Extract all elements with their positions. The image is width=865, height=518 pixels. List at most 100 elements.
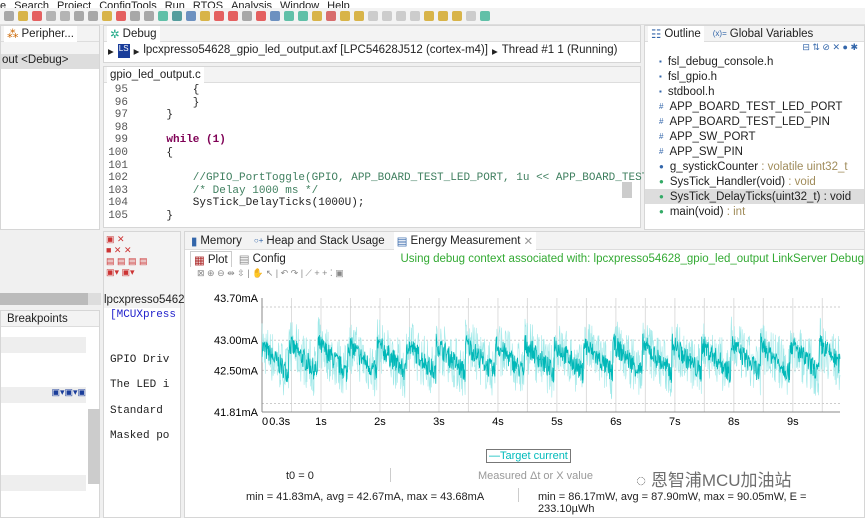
toolbar-button[interactable] [102, 11, 112, 21]
tab-memory[interactable]: ▮ Memory [188, 233, 245, 249]
x-tick-label: 3s [433, 416, 445, 428]
menu-item[interactable]: Help [327, 0, 350, 8]
toolbar-button[interactable] [200, 11, 210, 21]
code-text: /* Delay 1000 ms */ [140, 184, 319, 197]
close-icon[interactable]: ✕ [524, 234, 534, 248]
toolbar-button[interactable] [340, 11, 350, 21]
toolbar-button[interactable] [74, 11, 84, 21]
console-toolbar[interactable]: ▣ ✕ ■ ✕ ✕ ▤ ▤ ▤ ▤ ▣▾ ▣▾ [104, 232, 180, 294]
toolbar-button[interactable] [18, 11, 28, 21]
toolbar-button[interactable] [88, 11, 98, 21]
tab-peripherals[interactable]: ⁂ Peripher... [4, 25, 77, 42]
include-icon: ▪ [659, 57, 662, 66]
toolbar-button[interactable] [382, 11, 392, 21]
tab-config[interactable]: ▤ Config [236, 251, 289, 267]
horizontal-scrollbar[interactable] [0, 293, 88, 305]
outline-item[interactable]: ● SysTick_Handler(void) : void [645, 174, 864, 189]
plot-icon: ▦ [194, 254, 205, 267]
toolbar-button[interactable] [410, 11, 420, 21]
toolbar-button[interactable] [438, 11, 448, 21]
breakpoint-tools[interactable]: ▣▾▣▾▣ [1, 387, 86, 403]
toolbar-button[interactable] [326, 11, 336, 21]
outline-item[interactable]: ▪ fsl_gpio.h [645, 69, 864, 84]
toolbar-button[interactable] [130, 11, 140, 21]
measured-value: Measured Δt or X value [478, 470, 593, 482]
toolbar-button[interactable] [172, 11, 182, 21]
toolbar-button[interactable] [228, 11, 238, 21]
tab-energy-measurement[interactable]: ▤ Energy Measurement ✕ [393, 231, 537, 250]
outline-item-type: : volatile uint32_t [758, 160, 848, 173]
outline-item-type: : int [723, 205, 746, 218]
editor-scrollbar[interactable] [622, 182, 632, 198]
menu-item[interactable]: Project [57, 0, 91, 8]
outline-item[interactable]: ● main(void) : int [645, 204, 864, 219]
outline-item-name: SysTick_DelayTicks(uint32_t) : void [669, 190, 852, 203]
legend-target-current[interactable]: —Target current [486, 449, 571, 463]
tab-outline[interactable]: ☷ Outline [648, 25, 704, 42]
energy-plot[interactable]: 43.70mA 43.00mA 42.50mA 41.81mA0 0.3s 1s 2s 3s 4… [184, 288, 865, 438]
menu-item[interactable]: Run [165, 0, 185, 8]
toolbar-button[interactable] [256, 11, 266, 21]
plot-toolbar[interactable]: ⊠ ⊕ ⊖ ⇹ ⇳ | ✋ ↖ | ↶ ↷ | ⟋ + + ⁚ ▣ [185, 268, 864, 282]
menu-item[interactable]: Window [280, 0, 319, 8]
include-icon: ▪ [659, 87, 662, 96]
menu-item[interactable]: RTOS [193, 0, 223, 8]
toolbar-button[interactable] [368, 11, 378, 21]
toolbar-button[interactable] [32, 11, 42, 21]
y-tick-label: 41.81mA [214, 407, 259, 419]
toolbar-button[interactable] [270, 11, 280, 21]
outline-item[interactable]: # APP_BOARD_TEST_LED_PIN [645, 114, 864, 129]
code-text: { [140, 146, 174, 159]
menu-item[interactable]: ConfigTools [99, 0, 156, 8]
toolbar-button[interactable] [284, 11, 294, 21]
debug-item[interactable]: out <Debug> [1, 54, 99, 69]
toolbar-button[interactable] [312, 11, 322, 21]
tab-breakpoints[interactable]: Breakpoints [4, 311, 71, 327]
toolbar-button[interactable] [186, 11, 196, 21]
toolbar-button[interactable] [60, 11, 70, 21]
toolbar-button[interactable] [354, 11, 364, 21]
code-line: 105 } [104, 210, 640, 223]
outline-item-name: fsl_gpio.h [667, 70, 718, 83]
toolbar-button[interactable] [4, 11, 14, 21]
editor-panel: gpio_led_output.c 95 {96 } 97 } 98 99 while… [103, 66, 668, 228]
code-editor[interactable]: 95 {96 } 97 } 98 99 while (1) 100 {101 102 //… [104, 83, 668, 223]
toolbar-button[interactable] [144, 11, 154, 21]
x-tick-label: 8s [728, 416, 740, 428]
outline-item[interactable]: # APP_SW_PIN [645, 144, 864, 159]
tab-heap-stack[interactable]: ○+ Heap and Stack Usage [251, 233, 388, 249]
tab-editor[interactable]: gpio_led_output.c [107, 66, 204, 83]
toolbar-button[interactable] [480, 11, 490, 21]
console-line: Standard [110, 404, 163, 417]
outline-item[interactable]: ▪ fsl_debug_console.h [645, 54, 864, 69]
toolbar-button[interactable] [424, 11, 434, 21]
toolbar-button[interactable] [466, 11, 476, 21]
toolbar-button[interactable] [214, 11, 224, 21]
toolbar-button[interactable] [116, 11, 126, 21]
outline-item[interactable]: ● SysTick_DelayTicks(uint32_t) : void [645, 189, 864, 204]
tab-debug[interactable]: ✲ Debug [107, 25, 160, 42]
config-icon: ▤ [238, 254, 250, 266]
toolbar-button[interactable] [158, 11, 168, 21]
tab-global-variables[interactable]: (x)= Global Variables [710, 26, 817, 42]
menu-item[interactable]: Search [14, 0, 49, 8]
outline-item[interactable]: # APP_SW_PORT [645, 129, 864, 144]
menu-item[interactable]: e [0, 0, 6, 8]
outline-item[interactable]: # APP_BOARD_TEST_LED_PORT [645, 99, 864, 114]
menu-item[interactable]: Analysis [231, 0, 272, 8]
line-number: 96 [114, 96, 128, 109]
toolbar-button[interactable] [396, 11, 406, 21]
toolbar-button[interactable] [452, 11, 462, 21]
toolbar-button[interactable] [242, 11, 252, 21]
vertical-scrollbar[interactable] [88, 409, 100, 484]
outline-item[interactable]: ▪ stdbool.h [645, 84, 864, 99]
tab-plot[interactable]: ▦ Plot [190, 251, 232, 267]
outline-toolbar[interactable]: ⊟ ⇅ ⊘ ✕ ● ✱ [645, 42, 864, 54]
outline-item[interactable]: ● g_systickCounter : volatile uint32_t [645, 159, 864, 174]
console-title: lpcxpresso54628 [104, 294, 191, 308]
toolbar-button[interactable] [298, 11, 308, 21]
debug-target-row[interactable]: ▸ LS ▸ lpcxpresso54628_gpio_led_output.axf… [104, 42, 640, 60]
thread-item[interactable]: Thread #1 1 (Running) [502, 44, 618, 58]
toolbar-button[interactable] [46, 11, 56, 21]
